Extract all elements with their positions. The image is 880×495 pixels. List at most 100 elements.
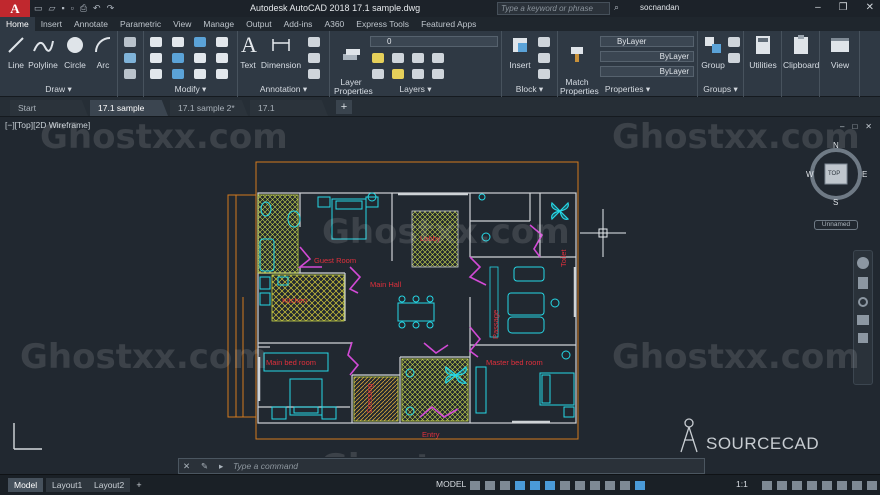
layers-panel-title[interactable]: Layers ▾ (330, 84, 501, 95)
hardware-acceleration-icon[interactable] (852, 481, 862, 490)
boundary-icon[interactable] (124, 69, 136, 79)
isolate-objects-icon[interactable] (837, 481, 847, 490)
leader-icon[interactable] (308, 53, 320, 63)
annotation-visibility-icon[interactable] (620, 481, 630, 490)
utilities-button[interactable]: Utilities (746, 33, 780, 70)
quick-properties-icon[interactable] (807, 481, 817, 490)
tab-manage[interactable]: Manage (197, 17, 240, 31)
layer-isolate-icon[interactable] (372, 69, 384, 79)
snap-icon[interactable] (485, 481, 495, 490)
save-as-icon[interactable]: ▫ (71, 3, 74, 14)
modify-panel-title[interactable]: Modify ▾ (144, 84, 237, 95)
layer-on-icon[interactable] (372, 53, 384, 63)
ucs-dropdown[interactable]: Unnamed (814, 220, 858, 230)
open-icon[interactable]: ▱ (49, 3, 56, 14)
redo-icon[interactable]: ↷ (107, 3, 115, 14)
layer-dropdown[interactable]: 0 (370, 36, 498, 47)
viewcube-east[interactable]: E (862, 170, 867, 179)
tab-output[interactable]: Output (240, 17, 278, 31)
fillet-icon[interactable] (194, 53, 206, 63)
polyline-button[interactable]: Polyline (28, 33, 58, 70)
command-close-icon[interactable]: ✕ (183, 459, 190, 473)
offset-icon[interactable] (216, 69, 228, 79)
app-menu-button[interactable]: A (0, 0, 30, 17)
layer-lock-icon[interactable] (412, 53, 424, 63)
doc-tab-start[interactable]: Start (10, 100, 88, 116)
ortho-icon[interactable] (500, 481, 510, 490)
otrack-icon[interactable] (560, 481, 570, 490)
doc-tab-17-1[interactable]: 17.1 (250, 100, 328, 116)
zoom-icon[interactable] (858, 297, 868, 307)
rectangle-icon[interactable] (124, 37, 136, 47)
draw-panel-title[interactable]: Draw ▾ (0, 84, 117, 95)
tab-express-tools[interactable]: Express Tools (350, 17, 415, 31)
color-dropdown[interactable]: ByLayer (600, 36, 694, 47)
restore-icon[interactable]: ❐ (839, 2, 848, 13)
steering-wheel-icon[interactable] (857, 257, 869, 269)
model-space-toggle[interactable]: MODEL (436, 479, 466, 489)
table-icon[interactable] (308, 69, 320, 79)
layer-thaw-icon[interactable] (392, 69, 404, 79)
polar-icon[interactable] (515, 481, 525, 490)
move-icon[interactable] (150, 37, 162, 47)
command-input[interactable]: Type a command (233, 459, 298, 473)
user-account[interactable]: socnandan (640, 3, 679, 12)
wrench-icon[interactable]: ✎ (201, 459, 208, 473)
insert-button[interactable]: Insert (506, 33, 534, 70)
groups-panel-title[interactable]: Groups ▾ (698, 84, 743, 95)
doc-tab-17-1-sample[interactable]: 17.1 sample (90, 100, 168, 116)
hatch-icon[interactable] (124, 53, 136, 63)
linear-icon[interactable] (308, 37, 320, 47)
orbit-icon[interactable] (857, 315, 869, 325)
minimize-icon[interactable]: – (815, 2, 821, 13)
layout-tab-layout1[interactable]: Layout1 (46, 478, 89, 492)
layout-tab-layout2[interactable]: Layout2 (88, 478, 131, 492)
isodraft-icon[interactable] (530, 481, 540, 490)
tab-a360[interactable]: A360 (318, 17, 350, 31)
layer-unlock-icon[interactable] (412, 69, 424, 79)
circle-button[interactable]: Circle (62, 33, 88, 70)
annotation-monitor-icon[interactable] (777, 481, 787, 490)
workspace-icon[interactable] (762, 481, 772, 490)
layer-match-icon[interactable] (432, 53, 444, 63)
copy-icon[interactable] (150, 53, 162, 63)
dimension-button[interactable]: Dimension (260, 33, 302, 70)
tab-view[interactable]: View (167, 17, 197, 31)
tab-home[interactable]: Home (0, 17, 35, 31)
transparency-icon[interactable] (590, 481, 600, 490)
scale-icon[interactable] (172, 69, 184, 79)
view-button[interactable]: View (822, 33, 858, 70)
close-icon[interactable]: ✕ (866, 2, 874, 13)
annotation-scale[interactable]: 1:1 (736, 479, 748, 489)
create-block-icon[interactable] (538, 37, 550, 47)
layer-freeze-icon[interactable] (392, 53, 404, 63)
save-icon[interactable]: ▪ (61, 3, 64, 14)
line-button[interactable]: Line (4, 33, 28, 70)
ungroup-icon[interactable] (728, 37, 740, 47)
plot-icon[interactable]: ⎙ (80, 3, 87, 14)
stretch-icon[interactable] (150, 69, 162, 79)
lock-ui-icon[interactable] (822, 481, 832, 490)
viewcube-top-face[interactable]: TOP (828, 171, 840, 177)
units-icon[interactable] (792, 481, 802, 490)
group-button[interactable]: Group (700, 33, 726, 70)
properties-panel-title[interactable]: Properties ▾ (558, 84, 697, 95)
trim-icon[interactable] (194, 37, 206, 47)
tab-insert[interactable]: Insert (35, 17, 68, 31)
new-layout-icon[interactable]: + (132, 478, 146, 492)
clean-screen-icon[interactable] (867, 481, 877, 490)
tab-parametric[interactable]: Parametric (114, 17, 167, 31)
tab-featured-apps[interactable]: Featured Apps (415, 17, 482, 31)
edit-block-icon[interactable] (538, 53, 550, 63)
edit-attributes-icon[interactable] (538, 69, 550, 79)
block-panel-title[interactable]: Block ▾ (502, 84, 557, 95)
linetype-dropdown[interactable]: ByLayer (600, 51, 694, 62)
doc-tab-17-1-sample-2[interactable]: 17.1 sample 2* (170, 100, 248, 116)
arc-button[interactable]: Arc (92, 33, 114, 70)
lineweight-icon[interactable] (575, 481, 585, 490)
layer-previous-icon[interactable] (432, 69, 444, 79)
tab-annotate[interactable]: Annotate (68, 17, 114, 31)
tab-add-ins[interactable]: Add-ins (278, 17, 319, 31)
erase-icon[interactable] (216, 37, 228, 47)
viewcube-south[interactable]: S (833, 198, 838, 207)
